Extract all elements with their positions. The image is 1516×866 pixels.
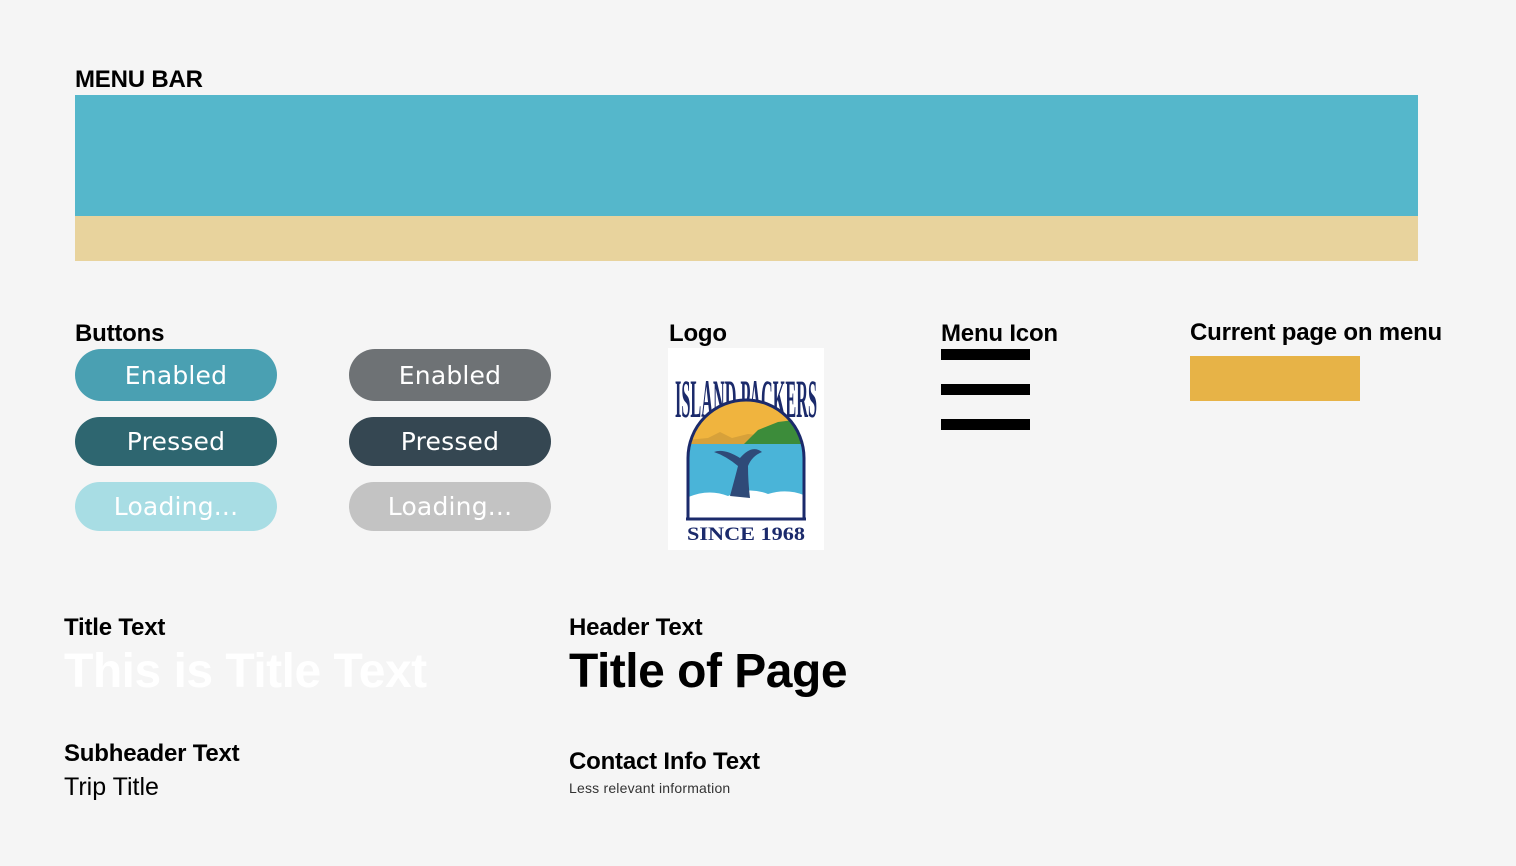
logo: ISLAND PACKERS SINCE 1968 [668, 348, 824, 550]
hamburger-icon[interactable] [941, 349, 1030, 431]
buttons-heading: Buttons [75, 320, 165, 347]
header-text-sample: Title of Page [569, 645, 848, 698]
gray-loading-button[interactable]: Loading... [349, 482, 551, 531]
teal-pressed-button[interactable]: Pressed [75, 417, 277, 466]
whale-logo-icon: ISLAND PACKERS SINCE 1968 [675, 370, 817, 545]
menu-bar-secondary-swatch [75, 216, 1418, 261]
logo-heading: Logo [669, 320, 727, 347]
hamburger-bar-bottom [941, 419, 1030, 430]
gray-enabled-button[interactable]: Enabled [349, 349, 551, 401]
contact-info-heading: Contact Info Text [569, 748, 760, 775]
gray-pressed-button[interactable]: Pressed [349, 417, 551, 466]
menu-bar-primary-swatch [75, 95, 1418, 216]
logo-bottom-text: SINCE 1968 [687, 524, 805, 545]
current-page-swatch [1190, 356, 1360, 401]
hamburger-bar-top [941, 349, 1030, 360]
subheader-text-heading: Subheader Text [64, 740, 240, 767]
menu-bar-heading: MENU BAR [75, 66, 203, 93]
teal-enabled-button[interactable]: Enabled [75, 349, 277, 401]
title-text-sample: This is Title Text [64, 645, 427, 698]
menu-icon-heading: Menu Icon [941, 320, 1058, 347]
header-text-heading: Header Text [569, 614, 703, 641]
title-text-heading: Title Text [64, 614, 166, 641]
contact-info-sample: Less relevant information [569, 780, 731, 796]
hamburger-bar-middle [941, 384, 1030, 395]
teal-loading-button[interactable]: Loading... [75, 482, 277, 531]
subheader-text-sample: Trip Title [64, 773, 159, 801]
current-page-heading: Current page on menu [1190, 319, 1443, 346]
